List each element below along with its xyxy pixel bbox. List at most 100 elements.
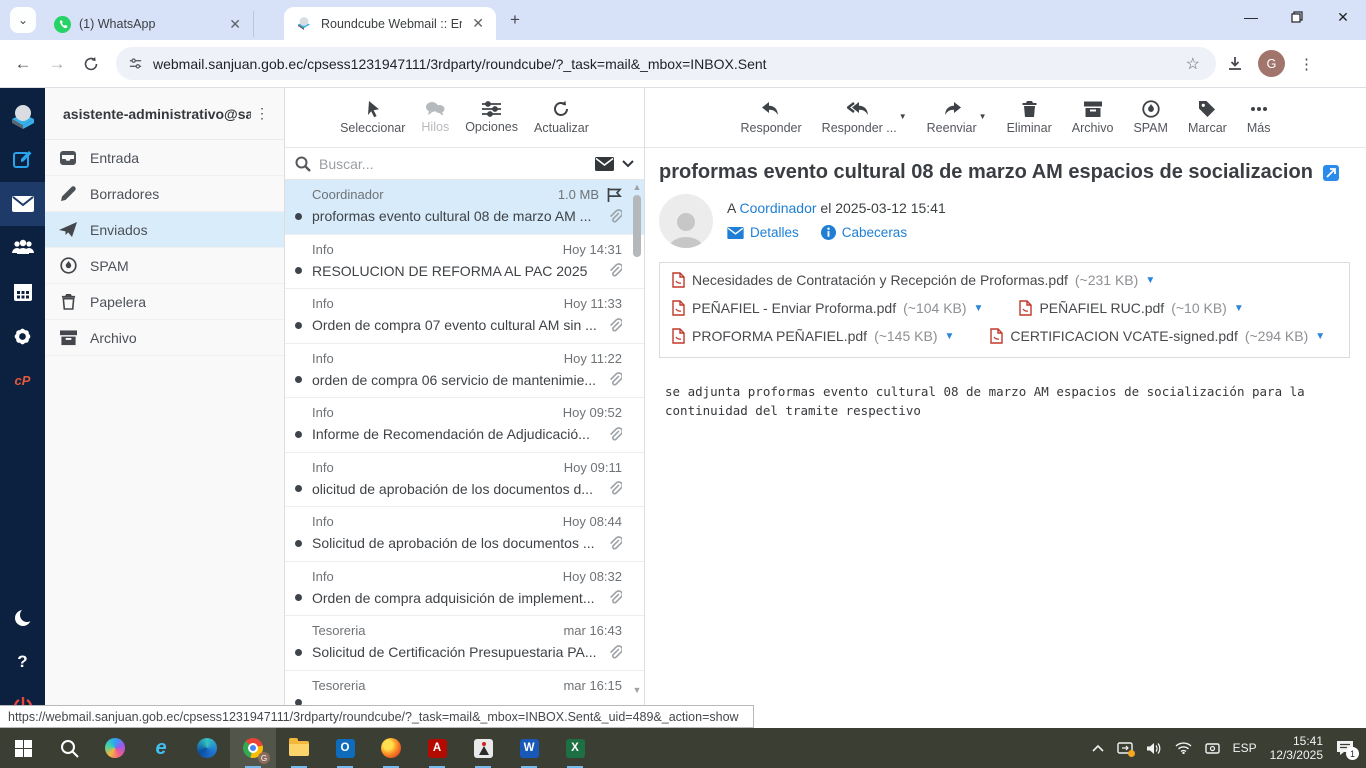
reply-all-button[interactable]: Responder ... xyxy=(822,101,897,135)
close-button[interactable]: ✕ xyxy=(1320,0,1366,34)
attachment-item[interactable]: PROFORMA PEÑAFIEL.pdf (~145 KB) ▼ xyxy=(672,324,954,348)
folder-borradores[interactable]: Borradores xyxy=(45,176,284,212)
outlook-button[interactable]: O xyxy=(322,728,368,768)
reply-all-caret-icon[interactable]: ▼ xyxy=(899,112,907,135)
message-row[interactable]: Info Hoy 09:52 Informe de Recomendación d… xyxy=(285,398,644,453)
mail-nav-button[interactable] xyxy=(0,182,45,226)
site-settings-icon[interactable] xyxy=(128,56,143,71)
spam-button[interactable]: SPAM xyxy=(1133,100,1168,135)
message-row[interactable]: Info Hoy 08:32 Orden de compra adquisició… xyxy=(285,562,644,616)
remote-session-icon[interactable] xyxy=(1116,741,1135,757)
attachment-menu-caret-icon[interactable]: ▼ xyxy=(1234,303,1244,314)
tab-whatsapp[interactable]: (1) WhatsApp ✕ xyxy=(42,11,254,37)
options-button[interactable]: Opciones xyxy=(465,101,518,134)
message-row[interactable]: Info Hoy 08:44 Solicitud de aprobación de… xyxy=(285,507,644,562)
profile-avatar[interactable]: G xyxy=(1258,50,1285,77)
language-indicator[interactable]: ESP xyxy=(1233,741,1257,755)
folder-papelera[interactable]: Papelera xyxy=(45,284,284,320)
contacts-nav-button[interactable] xyxy=(0,226,45,270)
forward-button[interactable]: → xyxy=(40,47,74,81)
restore-button[interactable] xyxy=(1274,0,1320,34)
new-tab-button[interactable]: + xyxy=(502,7,528,33)
roundcube-logo-icon[interactable] xyxy=(0,94,45,138)
edge-button[interactable] xyxy=(184,728,230,768)
address-bar[interactable]: webmail.sanjuan.gob.ec/cpsess1231947111/… xyxy=(116,47,1216,80)
firefox-button[interactable] xyxy=(368,728,414,768)
bookmark-star-icon[interactable]: ☆ xyxy=(1182,54,1204,74)
folder-spam[interactable]: SPAM xyxy=(45,248,284,284)
attachment-menu-caret-icon[interactable]: ▼ xyxy=(945,331,955,342)
taskbar-search-button[interactable] xyxy=(46,728,92,768)
recipient-link[interactable]: Coordinador xyxy=(739,200,816,216)
scroll-up-icon[interactable]: ▲ xyxy=(632,183,642,192)
acrobat-button[interactable]: A xyxy=(414,728,460,768)
attachment-item[interactable]: PEÑAFIEL - Enviar Proforma.pdf (~104 KB)… xyxy=(672,296,983,320)
attachment-menu-caret-icon[interactable]: ▼ xyxy=(1145,275,1155,286)
excel-button[interactable]: X xyxy=(552,728,598,768)
reply-button[interactable]: Responder xyxy=(741,101,802,135)
help-button[interactable]: ? xyxy=(0,640,45,684)
back-button[interactable]: ← xyxy=(6,47,40,81)
more-button[interactable]: Más xyxy=(1247,100,1270,135)
wifi-icon[interactable] xyxy=(1175,742,1192,754)
internet-explorer-button[interactable]: e xyxy=(138,728,184,768)
mark-button[interactable]: Marcar xyxy=(1188,100,1227,135)
forward-button[interactable]: Reenviar xyxy=(927,101,977,135)
scrollbar-thumb[interactable] xyxy=(633,195,641,257)
threads-button[interactable]: Hilos xyxy=(421,101,449,134)
url-text[interactable]: webmail.sanjuan.gob.ec/cpsess1231947111/… xyxy=(153,56,1182,72)
tab-search-button[interactable]: ⌄ xyxy=(10,7,36,33)
open-in-new-window-icon[interactable] xyxy=(1322,164,1339,181)
compose-button[interactable] xyxy=(0,138,45,182)
select-button[interactable]: Seleccionar xyxy=(340,100,405,135)
chrome-button[interactable]: G xyxy=(230,728,276,768)
tab-close-icon[interactable]: ✕ xyxy=(227,16,243,33)
search-options-chevron-icon[interactable] xyxy=(622,159,634,168)
details-link[interactable]: Detalles xyxy=(727,225,799,240)
calendar-nav-button[interactable] xyxy=(0,270,45,314)
attachment-menu-caret-icon[interactable]: ▼ xyxy=(974,303,984,314)
message-row[interactable]: Info Hoy 11:22 orden de compra 06 servici… xyxy=(285,344,644,398)
settings-nav-button[interactable] xyxy=(0,314,45,358)
search-input[interactable] xyxy=(319,155,587,172)
delete-button[interactable]: Eliminar xyxy=(1007,100,1052,135)
message-row[interactable]: Tesoreria mar 16:43 Solicitud de Certific… xyxy=(285,616,644,671)
file-explorer-button[interactable] xyxy=(276,728,322,768)
downloads-icon[interactable] xyxy=(1226,55,1244,73)
folder-archivo[interactable]: Archivo xyxy=(45,320,284,356)
list-scrollbar[interactable]: ▲ ▼ xyxy=(630,181,644,728)
attachment-item[interactable]: Necesidades de Contratación y Recepción … xyxy=(672,268,1155,292)
attachment-item[interactable]: CERTIFICACION VCATE-signed.pdf (~294 KB)… xyxy=(990,324,1325,348)
message-row[interactable]: Coordinador 1.0 MB proformas evento cultu… xyxy=(285,180,644,235)
start-button[interactable] xyxy=(0,728,46,768)
archive-button[interactable]: Archivo xyxy=(1072,101,1113,135)
scroll-down-icon[interactable]: ▼ xyxy=(632,686,642,695)
message-row[interactable]: Info Hoy 14:31 RESOLUCION DE REFORMA AL P… xyxy=(285,235,644,289)
scope-envelope-icon[interactable] xyxy=(595,156,614,171)
refresh-button[interactable]: Actualizar xyxy=(534,100,589,135)
tab-roundcube[interactable]: Roundcube Webmail :: Enviados ✕ xyxy=(284,7,496,40)
notifications-button[interactable]: 1 xyxy=(1336,740,1359,760)
tab-close-icon[interactable]: ✕ xyxy=(470,15,486,32)
word-button[interactable]: W xyxy=(506,728,552,768)
browser-menu-icon[interactable]: ⋮ xyxy=(1299,55,1314,73)
display-connect-icon[interactable] xyxy=(1204,742,1220,755)
volume-icon[interactable] xyxy=(1146,742,1162,755)
flag-icon[interactable] xyxy=(607,187,622,202)
headers-link[interactable]: Cabeceras xyxy=(820,225,907,240)
cpanel-button[interactable]: cP xyxy=(0,358,45,402)
clock[interactable]: 15:41 12/3/2025 xyxy=(1270,734,1323,762)
message-row[interactable]: Info Hoy 09:11 olicitud de aprobación de … xyxy=(285,453,644,507)
folder-enviados[interactable]: Enviados xyxy=(45,212,284,248)
reload-button[interactable] xyxy=(74,47,108,81)
forward-caret-icon[interactable]: ▼ xyxy=(979,112,987,135)
folder-entrada[interactable]: Entrada xyxy=(45,140,284,176)
minimize-button[interactable]: — xyxy=(1228,0,1274,34)
attachment-menu-caret-icon[interactable]: ▼ xyxy=(1315,331,1325,342)
search-icon[interactable] xyxy=(295,156,311,172)
account-menu-icon[interactable]: ⋮ xyxy=(251,105,274,122)
tray-expand-icon[interactable] xyxy=(1092,744,1104,752)
copilot-button[interactable] xyxy=(92,728,138,768)
attachment-item[interactable]: PEÑAFIEL RUC.pdf (~10 KB) ▼ xyxy=(1019,296,1244,320)
java-app-button[interactable] xyxy=(460,728,506,768)
